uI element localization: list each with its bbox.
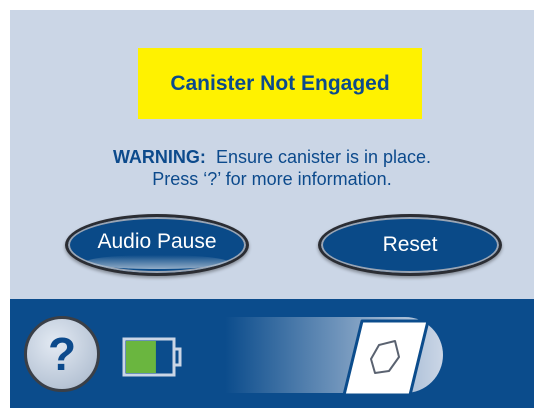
battery-fill	[126, 341, 156, 373]
battery-icon	[122, 337, 182, 377]
warning-message: WARNING: Ensure canister is in place. Pr…	[10, 146, 534, 190]
battery-terminal	[172, 347, 182, 367]
warning-line-1: WARNING: Ensure canister is in place.	[10, 146, 534, 168]
help-button[interactable]: ?	[24, 316, 100, 392]
status-bar: ?	[10, 299, 534, 408]
warning-line-2: Press ‘?’ for more information.	[152, 169, 392, 189]
question-mark-icon: ?	[47, 328, 77, 380]
alert-banner: Canister Not Engaged	[138, 48, 422, 119]
alert-title: Canister Not Engaged	[170, 71, 390, 95]
slider-knob-icon[interactable]	[342, 317, 430, 399]
audio-pause-button[interactable]: Audio Pause	[65, 214, 249, 276]
reset-label: Reset	[382, 233, 438, 256]
warning-label: WARNING:	[112, 147, 206, 167]
warning-text-1: Ensure canister is in place.	[215, 147, 432, 167]
audio-pause-label: Audio Pause	[97, 230, 217, 253]
reset-button[interactable]: Reset	[318, 214, 502, 276]
main-screen: Canister Not Engaged WARNING: Ensure can…	[10, 10, 534, 408]
